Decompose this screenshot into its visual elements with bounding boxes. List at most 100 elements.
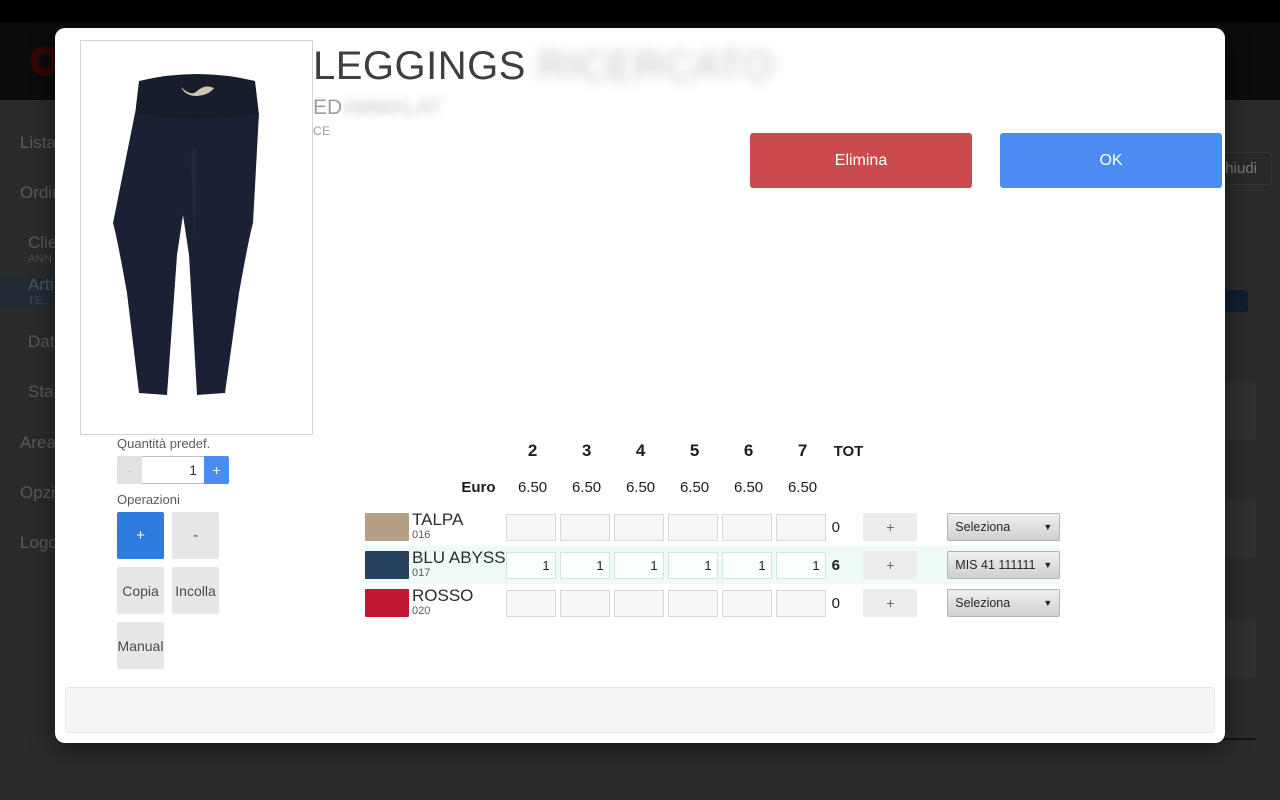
color-name-cell: TALPA 016	[412, 508, 506, 546]
add-size-cell: +	[863, 508, 921, 546]
navy-leggings-photo	[112, 73, 259, 395]
size-select[interactable]: Seleziona ▼	[947, 589, 1061, 617]
quantity-cell	[559, 508, 614, 546]
spacer-cell	[921, 508, 947, 546]
quantity-input[interactable]	[667, 589, 718, 617]
chevron-down-icon: ▼	[1043, 522, 1053, 532]
quantity-cell	[559, 584, 614, 622]
quantity-cell	[505, 584, 560, 622]
quantity-cell	[775, 508, 830, 546]
quantity-input[interactable]	[667, 551, 718, 579]
manual-button[interactable]: Manual	[117, 622, 164, 669]
spacer-cell	[921, 546, 948, 584]
quantity-cell	[721, 508, 776, 546]
screen-root: Lista Ordini Clie ANN Arti TE.. Dati Stam Area Op…	[0, 0, 1280, 800]
operations-label: Operazioni	[117, 492, 180, 507]
quantity-input[interactable]	[667, 513, 718, 541]
quantity-cell	[613, 546, 668, 584]
row-total: 0	[831, 594, 840, 612]
quantity-input[interactable]	[142, 456, 204, 484]
select-cell: Seleziona ▼	[947, 584, 1061, 622]
product-title-text: LEGGINGS	[313, 44, 526, 88]
table-row[interactable]: BLU ABYSS017 6+ MIS 41 111111 ▼	[365, 546, 1061, 584]
product-subtitle-secondary: CE	[313, 124, 331, 138]
add-row-button[interactable]: +	[863, 551, 918, 579]
add-row-button[interactable]: +	[863, 589, 918, 617]
product-subtitle: EDAMMALAT	[313, 96, 774, 120]
quantity-decrement-button[interactable]: -	[117, 456, 142, 484]
quantity-cell	[505, 546, 560, 584]
add-row-button[interactable]: +	[863, 513, 918, 541]
quantity-cell	[613, 508, 668, 546]
quantity-input[interactable]	[775, 589, 826, 617]
size-header: 4	[635, 441, 646, 460]
quantity-cell	[505, 508, 560, 546]
quantity-input[interactable]	[721, 589, 772, 617]
price-cell: 6.50	[571, 478, 602, 496]
color-name: TALPA	[412, 510, 464, 530]
quantity-stepper: - +	[117, 456, 317, 484]
quantity-input[interactable]	[505, 551, 556, 579]
default-quantity-label: Quantità predef.	[117, 436, 211, 451]
operations-row-2: Copia Incolla	[117, 567, 317, 614]
price-row-label: Euro	[461, 478, 496, 496]
delete-button[interactable]: Elimina	[750, 133, 972, 188]
quantity-input[interactable]	[505, 513, 556, 541]
quantity-cell	[613, 584, 668, 622]
color-swatch	[365, 513, 409, 541]
quantity-input[interactable]	[775, 551, 826, 579]
size-select[interactable]: Seleziona ▼	[947, 513, 1061, 541]
size-header: 7	[797, 441, 808, 460]
quantity-cell	[721, 546, 776, 584]
quantity-input[interactable]	[613, 513, 664, 541]
color-swatch	[365, 589, 409, 617]
row-total: 6	[829, 546, 864, 584]
price-cell: 6.50	[787, 478, 818, 496]
size-select-value: MIS 41 111111	[955, 558, 1036, 572]
color-name: BLU ABYSS	[412, 548, 506, 568]
copy-button[interactable]: Copia	[117, 567, 164, 614]
quantity-input[interactable]	[505, 589, 556, 617]
price-cell: 6.50	[625, 478, 656, 496]
quantity-cell	[667, 508, 722, 546]
product-image-card[interactable]	[80, 40, 313, 435]
article-detail-dialog: LEGGINGS RICERCATO EDAMMALAT CE Elimina …	[55, 28, 1225, 743]
quantity-input[interactable]	[721, 551, 772, 579]
quantity-input[interactable]	[559, 513, 610, 541]
operation-add-button[interactable]: +	[117, 512, 164, 559]
size-header: 2	[527, 441, 538, 460]
quantity-cell	[775, 584, 830, 622]
quantity-input[interactable]	[559, 589, 610, 617]
paste-button[interactable]: Incolla	[172, 567, 219, 614]
size-header: 5	[689, 441, 700, 460]
quantity-input[interactable]	[775, 513, 826, 541]
color-code: 017	[412, 567, 431, 580]
size-select-value: Seleziona	[955, 596, 1011, 610]
quantity-input[interactable]	[613, 551, 664, 579]
chevron-down-icon: ▼	[1043, 598, 1053, 608]
color-swatch	[365, 551, 409, 579]
chevron-down-icon: ▼	[1043, 560, 1053, 570]
quantity-cell	[559, 546, 614, 584]
operations-row-3: Manual	[117, 622, 317, 669]
operations-row-1: + -	[117, 512, 317, 559]
color-name-cell: ROSSO 020	[412, 584, 506, 622]
table-row[interactable]: TALPA 016 0 + Seleziona ▼	[365, 508, 1061, 546]
color-swatch-cell	[365, 508, 412, 546]
color-name: ROSSO	[412, 586, 474, 606]
table-row[interactable]: ROSSO 020 0 + Seleziona ▼	[365, 584, 1061, 622]
color-code: 016	[412, 529, 431, 542]
size-select[interactable]: MIS 41 111111 ▼	[947, 551, 1061, 579]
quantity-input[interactable]	[721, 513, 772, 541]
quantity-cell	[721, 584, 776, 622]
size-header: 3	[581, 441, 592, 460]
quantity-increment-button[interactable]: +	[204, 456, 229, 484]
product-subtitle-text: ED	[313, 96, 343, 119]
operation-subtract-button[interactable]: -	[172, 512, 219, 559]
ok-button[interactable]: OK	[1000, 133, 1222, 188]
dialog-footer-bar	[65, 687, 1215, 733]
quantity-input[interactable]	[613, 589, 664, 617]
quantity-input[interactable]	[559, 551, 610, 579]
left-controls-panel: Quantità predef. - + Operazioni + - Copi…	[117, 436, 317, 677]
select-cell: Seleziona ▼	[947, 508, 1061, 546]
